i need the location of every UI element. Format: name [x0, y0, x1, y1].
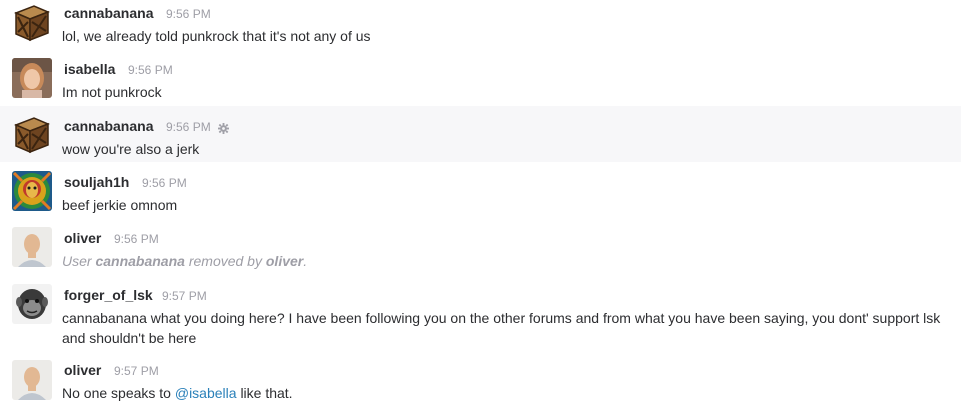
avatar[interactable] — [12, 171, 52, 211]
system-message: User cannabanana removed by oliver. — [62, 253, 308, 269]
avatar[interactable] — [12, 58, 52, 98]
psychedelic-art-icon — [12, 171, 52, 211]
message-text-after: like that. — [240, 385, 293, 401]
message-text: beef jerkie omnom — [62, 197, 178, 213]
message-text: No one speaks to @isabella like that. — [62, 383, 951, 403]
message-author[interactable]: cannabanana — [64, 118, 153, 134]
message-text-line: cannabanana what you doing here? I have … — [62, 310, 941, 326]
user-photo-icon — [12, 58, 52, 98]
message-timestamp[interactable]: 9:57 PM — [114, 364, 159, 378]
message-text: cannabanana what you doing here? I have … — [62, 308, 951, 348]
message-timestamp[interactable]: 9:56 PM — [114, 232, 159, 246]
message-row[interactable]: oliver 9:57 PM No one speaks to @isabell… — [0, 354, 961, 408]
message-author[interactable]: souljah1h — [64, 174, 129, 190]
message-row[interactable]: cannabanana 9:56 PM wow you're also a je… — [0, 106, 961, 162]
message-text: Im not punkrock — [62, 84, 162, 100]
crate-icon — [12, 115, 52, 155]
gear-icon[interactable] — [218, 121, 229, 134]
message-timestamp[interactable]: 9:56 PM — [128, 63, 173, 77]
message-row[interactable]: cannabanana 9:56 PM lol, we already told… — [0, 0, 961, 52]
message-text-line: and shouldn't be here — [62, 330, 197, 346]
message-timestamp[interactable]: 9:57 PM — [162, 289, 207, 303]
message-timestamp[interactable]: 9:56 PM — [142, 176, 187, 190]
avatar[interactable] — [12, 360, 52, 400]
message-row[interactable]: isabella 9:56 PM Im not punkrock — [0, 52, 961, 106]
message-author[interactable]: cannabanana — [64, 5, 153, 21]
message-author[interactable]: forger_of_lsk — [64, 287, 153, 303]
crate-icon — [12, 3, 52, 43]
message-author[interactable]: isabella — [64, 61, 115, 77]
message-row[interactable]: forger_of_lsk 9:57 PM cannabanana what y… — [0, 276, 961, 354]
message-row[interactable]: souljah1h 9:56 PM beef jerkie omnom — [0, 162, 961, 218]
avatar[interactable] — [12, 115, 52, 155]
user-photo-icon — [12, 227, 52, 267]
message-text-before: No one speaks to — [62, 385, 171, 401]
user-photo-icon — [12, 360, 52, 400]
system-prefix: User — [62, 253, 92, 269]
message-author[interactable]: oliver — [64, 362, 101, 378]
user-mention-link[interactable]: @isabella — [175, 385, 237, 401]
message-timestamp[interactable]: 9:56 PM — [166, 120, 211, 134]
message-text: wow you're also a jerk — [62, 141, 200, 157]
avatar[interactable] — [12, 3, 52, 43]
removed-user[interactable]: cannabanana — [95, 253, 184, 269]
message-timestamp[interactable]: 9:56 PM — [166, 7, 211, 21]
message-feed: cannabanana 9:56 PM lol, we already told… — [0, 0, 961, 408]
avatar[interactable] — [12, 227, 52, 267]
message-author[interactable]: oliver — [64, 230, 101, 246]
avatar[interactable] — [12, 284, 52, 324]
system-middle: removed by — [188, 253, 262, 269]
message-text: lol, we already told punkrock that it's … — [62, 28, 371, 44]
actor-user[interactable]: oliver — [266, 253, 303, 269]
message-row[interactable]: oliver 9:56 PM User cannabanana removed … — [0, 218, 961, 276]
chimp-photo-icon — [12, 284, 52, 324]
